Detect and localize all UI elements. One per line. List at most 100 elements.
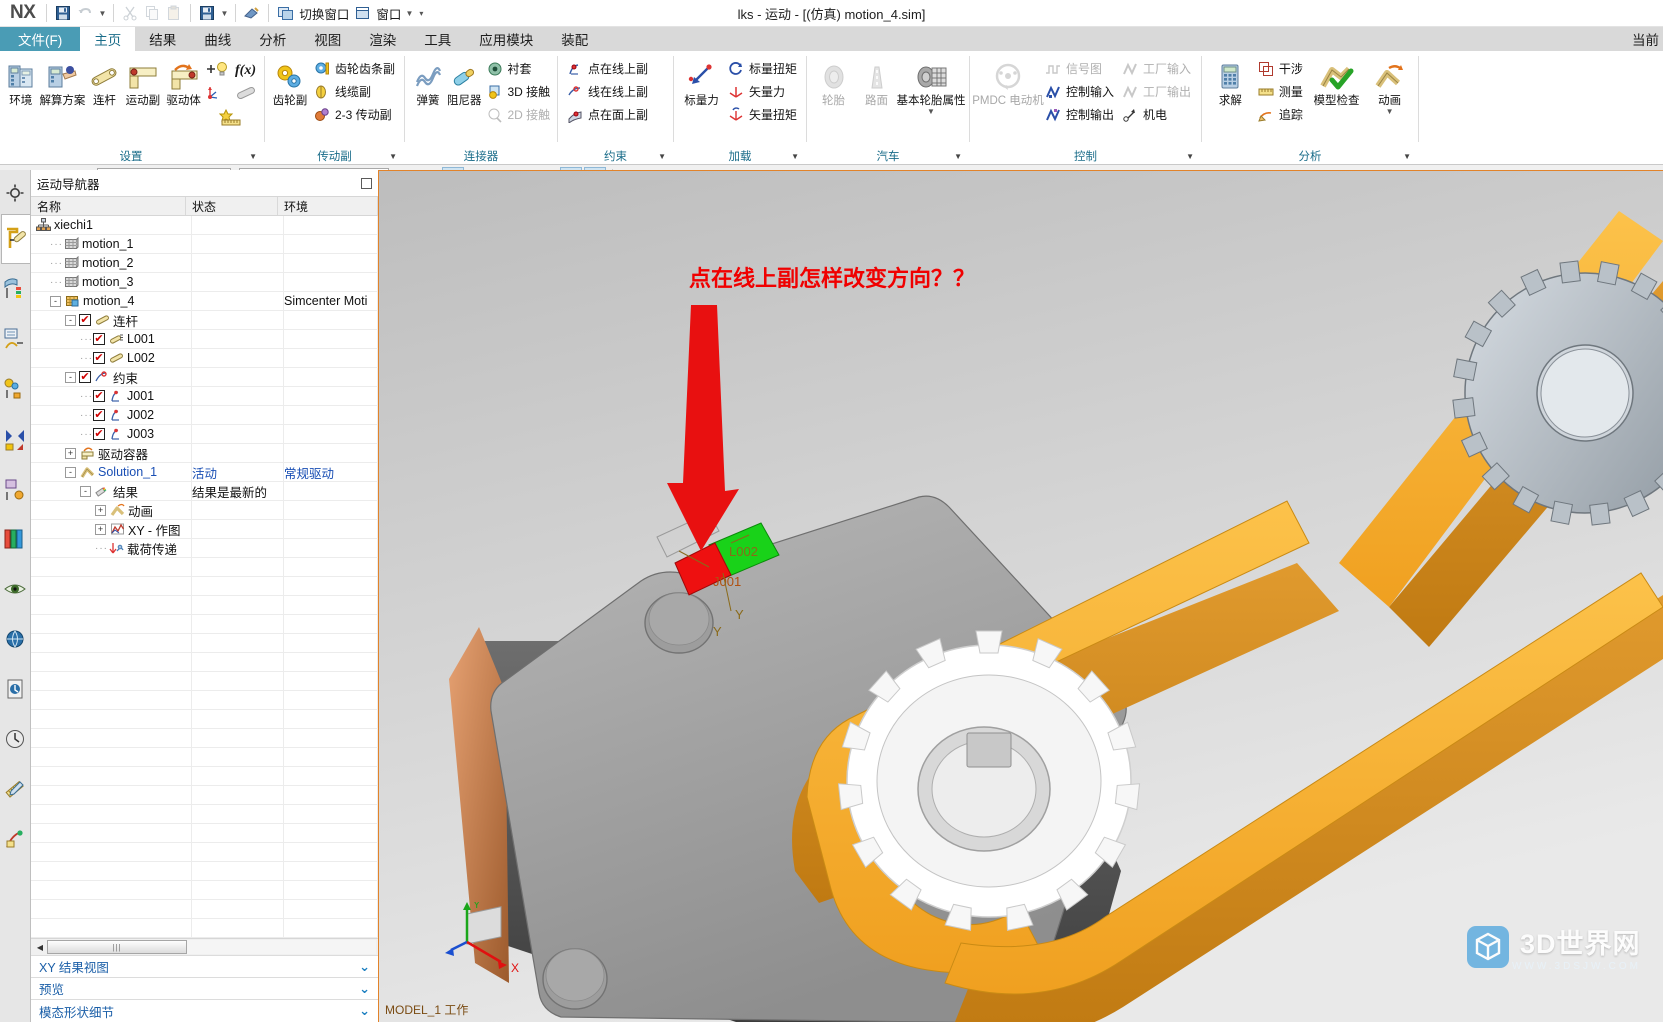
tree-row[interactable]: - 约束 — [31, 368, 378, 387]
ribbon-btn-cable[interactable]: 线缆副 — [310, 80, 399, 103]
group-expand-arrow[interactable]: ▼ — [389, 152, 397, 161]
save-as-icon[interactable] — [196, 3, 218, 24]
resource-btn-web-browser[interactable] — [1, 614, 30, 664]
resource-btn-roles[interactable] — [1, 814, 30, 864]
dropdown-arrow[interactable]: ▼ — [927, 108, 935, 116]
more-commands-arrow[interactable]: ▾ — [415, 3, 427, 23]
group-expand-arrow[interactable]: ▼ — [1403, 152, 1411, 161]
tree-checkbox[interactable] — [79, 371, 91, 383]
resource-btn-clock[interactable] — [1, 714, 30, 764]
tree-checkbox[interactable] — [93, 428, 105, 440]
tree-expander[interactable]: - — [50, 295, 61, 307]
marker-icon[interactable] — [204, 84, 230, 102]
window-label[interactable]: 窗口 — [373, 4, 403, 23]
resource-btn-palette[interactable] — [1, 514, 30, 564]
tree-row[interactable]: ··· L002 — [31, 349, 378, 368]
copy-icon[interactable] — [141, 3, 163, 24]
undo-dropdown-arrow[interactable]: ▼ — [96, 3, 108, 23]
window-icon[interactable] — [351, 3, 373, 24]
column-header-environment[interactable]: 环境 — [278, 197, 378, 215]
ribbon-btn-link[interactable]: 连杆 — [86, 56, 122, 108]
ribbon-btn-contact2d[interactable]: 2D 接触 — [483, 103, 555, 126]
tree-expander[interactable]: + — [95, 523, 106, 535]
tab-home[interactable]: 主页 — [80, 27, 136, 51]
ribbon-btn-point-on-surface[interactable]: 点在面上副 — [563, 103, 652, 126]
resource-btn-measure-tools[interactable] — [1, 764, 30, 814]
ribbon-btn-gear-pair[interactable]: 齿轮副 — [270, 56, 310, 108]
tree-row[interactable]: ··· motion_1 — [31, 235, 378, 254]
undo-icon[interactable] — [74, 3, 96, 24]
ribbon-btn-tire[interactable]: 轮胎 — [812, 56, 855, 108]
tree-row[interactable]: + 驱动容器 — [31, 444, 378, 463]
ribbon-btn-damper[interactable]: 阻尼器 — [446, 56, 483, 108]
tree-row[interactable]: ··· J003 — [31, 425, 378, 444]
tab-file[interactable]: 文件(F) — [0, 27, 81, 51]
accordion-preview[interactable]: 预览 ⌄ — [31, 978, 378, 1000]
ribbon-btn-signal-chart[interactable]: 信号图 — [1041, 57, 1118, 80]
scroll-left-arrow[interactable]: ◀ — [33, 940, 47, 954]
navigator-pin-icon[interactable] — [361, 177, 372, 189]
chevron-down-icon[interactable]: ⌄ — [359, 1003, 370, 1019]
resource-btn-reuse-library[interactable] — [1, 464, 30, 514]
add-lamp-icon[interactable] — [204, 60, 230, 78]
ribbon-btn-bushing[interactable]: 衬套 — [483, 57, 555, 80]
group-expand-arrow[interactable]: ▼ — [249, 152, 257, 161]
dropdown-arrow[interactable]: ▼ — [1386, 108, 1394, 116]
tree-row[interactable]: + XY - 作图 — [31, 520, 378, 539]
accordion-modal-shape-details[interactable]: 模态形状细节 ⌄ — [31, 1000, 378, 1022]
tab-application[interactable]: 应用模块 — [465, 27, 547, 51]
tree-checkbox[interactable] — [93, 352, 105, 364]
tree-row[interactable]: - Solution_1 活动 常规驱动 — [31, 463, 378, 482]
ribbon-btn-scalar-force[interactable]: 标量力 — [679, 56, 724, 108]
tree-row[interactable]: - 结果 结果是最新的 — [31, 482, 378, 501]
tree-row[interactable]: ··· L001 — [31, 330, 378, 349]
resource-btn-settings[interactable] — [1, 172, 30, 214]
graphics-viewport[interactable]: L002 J001 Y Y Y X 点在线上副怎样改变方向？？ MODEL_1 … — [379, 170, 1663, 1022]
resource-btn-history-log[interactable] — [1, 664, 30, 714]
ribbon-btn-control-input[interactable]: 控制输入 — [1041, 80, 1118, 103]
scrollbar-track[interactable]: ||| — [47, 940, 376, 954]
tree-expander[interactable]: - — [65, 466, 76, 478]
ribbon-btn-plant-output[interactable]: 工厂输出 — [1118, 80, 1195, 103]
ribbon-btn-environment[interactable]: 环境 — [3, 56, 38, 108]
tree-row[interactable]: ··· J001 — [31, 387, 378, 406]
column-header-status[interactable]: 状态 — [186, 197, 278, 215]
cylinder-icon[interactable] — [233, 84, 259, 102]
save-icon[interactable] — [52, 3, 74, 24]
fx-icon[interactable]: f(x) — [233, 60, 259, 78]
ribbon-btn-tire-property[interactable]: 基本轮胎属性 ▼ — [897, 56, 966, 116]
tree-row[interactable]: ··· J002 — [31, 406, 378, 425]
group-expand-arrow[interactable]: ▼ — [954, 152, 962, 161]
switch-window-icon[interactable] — [274, 3, 296, 24]
ribbon-btn-solve[interactable]: 求解 — [1207, 56, 1254, 108]
ribbon-btn-curve-on-curve[interactable]: 线在线上副 — [563, 80, 652, 103]
tree-expander[interactable]: - — [65, 371, 76, 383]
ribbon-btn-road[interactable]: 路面 — [855, 56, 898, 108]
chevron-down-icon[interactable]: ⌄ — [359, 959, 370, 975]
resource-btn-view-manager[interactable] — [1, 564, 30, 614]
ribbon-btn-pmdc-motor[interactable]: PMDC 电动机 — [972, 56, 1044, 108]
measure-icon[interactable] — [218, 108, 245, 126]
ribbon-btn-joint[interactable]: 运动副 — [122, 56, 163, 108]
tab-assembly[interactable]: 装配 — [547, 27, 602, 51]
ribbon-btn-vector-torque[interactable]: 矢量扭矩 — [724, 103, 801, 126]
ribbon-btn-driver[interactable]: 驱动体 — [163, 56, 204, 108]
tree-expander[interactable]: + — [65, 447, 76, 459]
tab-curves[interactable]: 曲线 — [190, 27, 245, 51]
tab-results[interactable]: 结果 — [135, 27, 190, 51]
resource-btn-assembly-navigator[interactable] — [1, 364, 30, 414]
tab-render[interactable]: 渲染 — [355, 27, 410, 51]
ribbon-btn-model-check[interactable]: 模型检查 — [1307, 56, 1366, 108]
cut-icon[interactable] — [119, 3, 141, 24]
tree-row[interactable]: - motion_4 Simcenter Moti — [31, 292, 378, 311]
tree-checkbox[interactable] — [93, 409, 105, 421]
ribbon-btn-point-on-curve[interactable]: 点在线上副 — [563, 57, 652, 80]
eraser-icon[interactable] — [241, 3, 263, 24]
tree-row[interactable]: xiechi1 — [31, 216, 378, 235]
tree-expander[interactable]: + — [95, 504, 106, 516]
resource-btn-constraint-navigator[interactable] — [1, 414, 30, 464]
navigator-tree[interactable]: xiechi1 ··· motion_1 ··· motion_2 ··· motion_3… — [31, 216, 378, 938]
resource-btn-motion-navigator[interactable] — [0, 214, 30, 264]
ribbon-btn-contact3d[interactable]: 3D 接触 — [483, 80, 555, 103]
resource-btn-part-navigator[interactable] — [1, 264, 30, 314]
